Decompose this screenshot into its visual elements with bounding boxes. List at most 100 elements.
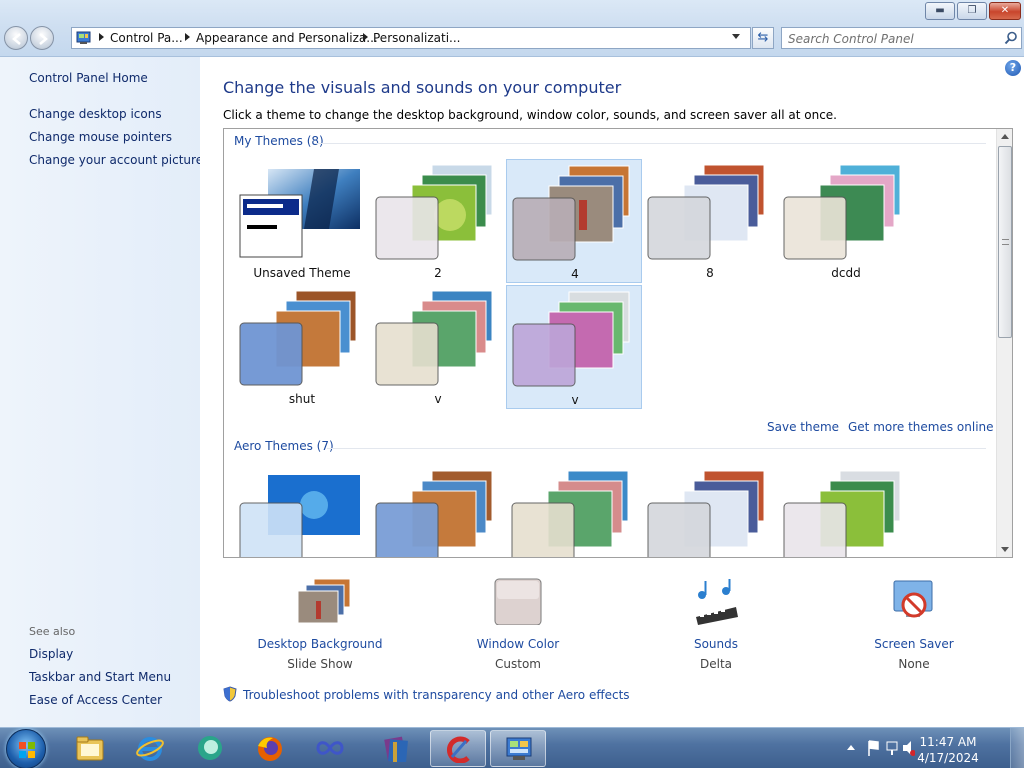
- theme-8[interactable]: 8: [642, 159, 778, 283]
- theme-thumbnail-icon: [512, 165, 630, 261]
- window-color-link[interactable]: Window Color: [443, 637, 593, 651]
- ease-of-access-link[interactable]: Ease of Access Center: [29, 693, 162, 707]
- theme-thumbnail-icon: [512, 291, 630, 387]
- get-more-themes-link[interactable]: Get more themes online: [848, 420, 994, 434]
- control-panel-icon: [76, 31, 91, 44]
- aero-theme-nature[interactable]: [778, 465, 914, 557]
- sounds-icon: [696, 579, 738, 625]
- scrollbar-thumb[interactable]: [998, 146, 1012, 338]
- unsaved-theme-thumbnail-icon: [239, 169, 360, 258]
- desktop-background-setting[interactable]: Desktop Background Slide Show: [245, 577, 395, 671]
- change-account-picture-link[interactable]: Change your account picture: [29, 153, 203, 167]
- theme-unsaved[interactable]: Unsaved Theme: [234, 159, 370, 283]
- action-center-flag-icon: [868, 740, 879, 756]
- taskbar: 11:47 AM 4/17/2024: [0, 727, 1024, 768]
- back-arrow-icon: [12, 33, 21, 45]
- theme-shut[interactable]: shut: [234, 285, 370, 409]
- troubleshoot-aero-link[interactable]: Troubleshoot problems with transparency …: [223, 686, 630, 702]
- grip-icon: [1002, 239, 1009, 245]
- minimize-button[interactable]: ▬: [925, 2, 955, 20]
- aero-theme-landscapes[interactable]: [642, 465, 778, 557]
- forward-button[interactable]: [30, 26, 54, 50]
- theme-thumbnail-icon: [511, 470, 629, 557]
- theme-thumbnail-icon: [783, 164, 901, 260]
- close-button[interactable]: ✕: [989, 2, 1021, 20]
- scroll-down-icon[interactable]: [1001, 547, 1009, 552]
- scroll-up-icon[interactable]: [1001, 134, 1009, 139]
- clock-date[interactable]: 4/17/2024: [908, 751, 988, 765]
- breadcrumb-control-panel[interactable]: Control Pa...: [110, 31, 183, 45]
- archive-icon: [384, 736, 408, 762]
- theme-v-1[interactable]: v: [370, 285, 506, 409]
- sounds-setting[interactable]: Sounds Delta: [641, 577, 791, 671]
- sounds-link[interactable]: Sounds: [641, 637, 791, 651]
- control-panel-home-link[interactable]: Control Panel Home: [29, 71, 148, 85]
- taskbar-start-menu-link[interactable]: Taskbar and Start Menu: [29, 670, 171, 684]
- clock-time[interactable]: 11:47 AM: [908, 735, 988, 749]
- address-bar[interactable]: Control Pa... Appearance and Personaliza…: [71, 27, 751, 49]
- search-input[interactable]: [788, 31, 993, 46]
- refresh-button[interactable]: ⇆: [752, 27, 774, 49]
- aero-theme-architecture[interactable]: [370, 465, 506, 557]
- screen-saver-icon: [893, 580, 933, 618]
- start-button[interactable]: [6, 729, 46, 768]
- group-divider: [327, 448, 986, 449]
- window-chrome: ▬ ❐ ✕ Control Pa... Appearance and Perso…: [0, 0, 1024, 57]
- theme-dcdd[interactable]: dcdd: [778, 159, 914, 283]
- theme-thumbnail-icon: [239, 475, 360, 557]
- aero-theme-windows7[interactable]: [234, 465, 370, 557]
- show-hidden-icons-icon: [847, 745, 855, 750]
- address-dropdown-icon[interactable]: [732, 34, 740, 39]
- theme-label: 4: [571, 267, 579, 281]
- screen-saver-setting[interactable]: Screen Saver None: [839, 577, 989, 671]
- maximize-button[interactable]: ❐: [957, 2, 987, 20]
- back-button[interactable]: [4, 26, 28, 50]
- theme-list-scrollbar[interactable]: [996, 129, 1012, 557]
- theme-thumbnail-icon: [375, 470, 493, 557]
- screen-saver-link[interactable]: Screen Saver: [839, 637, 989, 651]
- help-button[interactable]: ?: [1005, 60, 1021, 76]
- breadcrumb-separator[interactable]: [99, 33, 104, 41]
- taskbar-control-panel[interactable]: [490, 730, 546, 767]
- taskbar-firefox[interactable]: [242, 730, 298, 767]
- change-desktop-icons-link[interactable]: Change desktop icons: [29, 107, 162, 121]
- taskbar-ccleaner[interactable]: [430, 730, 486, 767]
- main-content: ? Change the visuals and sounds on your …: [200, 57, 1024, 727]
- theme-thumbnail-icon: [375, 164, 493, 260]
- breadcrumb-separator[interactable]: [363, 33, 368, 41]
- group-divider: [316, 143, 986, 144]
- theme-thumbnail-icon: [647, 470, 765, 557]
- theme-list: My Themes (8) Unsaved Theme 2 4 8 dcdd s…: [223, 128, 1013, 558]
- firefox-icon: [258, 737, 282, 761]
- taskbar-app-chat[interactable]: [182, 730, 238, 767]
- troubleshoot-label: Troubleshoot problems with transparency …: [243, 688, 630, 702]
- theme-4[interactable]: 4: [506, 159, 642, 283]
- search-icon[interactable]: [1004, 31, 1018, 45]
- taskbar-internet-explorer[interactable]: [122, 730, 178, 767]
- network-icon: [886, 741, 898, 751]
- taskbar-app-infinity[interactable]: [302, 730, 358, 767]
- desktop-background-link[interactable]: Desktop Background: [245, 637, 395, 651]
- taskbar-winrar[interactable]: [368, 730, 424, 767]
- theme-2[interactable]: 2: [370, 159, 506, 283]
- breadcrumb-appearance[interactable]: Appearance and Personaliza...: [196, 31, 378, 45]
- theme-thumbnail-icon: [783, 470, 901, 557]
- display-link[interactable]: Display: [29, 647, 73, 661]
- sounds-value: Delta: [699, 657, 732, 671]
- taskbar-explorer[interactable]: [62, 730, 118, 767]
- window-color-setting[interactable]: Window Color Custom: [443, 577, 593, 671]
- infinity-icon: [316, 741, 344, 755]
- show-desktop-button[interactable]: [1010, 728, 1024, 768]
- window-color-icon: [494, 578, 542, 626]
- change-mouse-pointers-link[interactable]: Change mouse pointers: [29, 130, 172, 144]
- theme-label: v: [434, 392, 442, 406]
- control-panel-icon: [506, 737, 532, 760]
- breadcrumb-personalization[interactable]: Personalizati...: [373, 31, 460, 45]
- theme-v-2[interactable]: v: [506, 285, 642, 409]
- uac-shield-icon: [223, 686, 237, 702]
- search-box[interactable]: [781, 27, 1022, 49]
- breadcrumb-separator[interactable]: [185, 33, 190, 41]
- theme-label: v: [571, 393, 579, 407]
- save-theme-link[interactable]: Save theme: [767, 420, 839, 434]
- aero-theme-characters[interactable]: [506, 465, 642, 557]
